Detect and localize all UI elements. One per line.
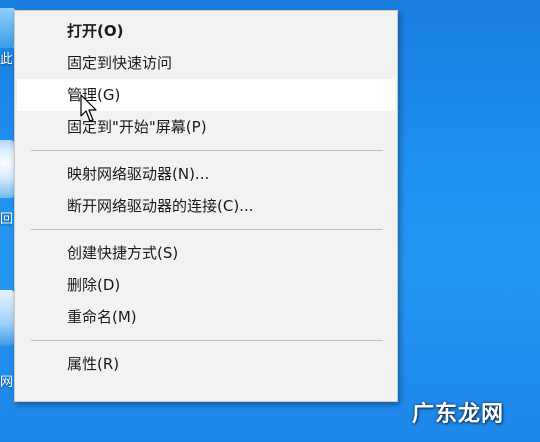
watermark-logo: 广东龙网 (411, 402, 504, 427)
network-label[interactable]: 网 (0, 375, 12, 396)
menu-item-rename[interactable]: 重命名(M) (15, 301, 397, 333)
menu-item-open[interactable]: 打开(O) (15, 15, 397, 47)
menu-item-map-network-drive[interactable]: 映射网络驱动器(N)... (15, 158, 397, 190)
context-menu: 打开(O) 固定到快速访问 管理(G) 固定到"开始"屏幕(P) 映射网络驱动器… (14, 10, 398, 402)
this-pc-icon[interactable] (0, 8, 15, 48)
menu-separator (31, 229, 383, 230)
menu-item-disconnect-network-drive[interactable]: 断开网络驱动器的连接(C)... (15, 190, 397, 222)
menu-item-pin-quick-access[interactable]: 固定到快速访问 (15, 47, 397, 79)
menu-item-properties[interactable]: 属性(R) (15, 348, 397, 380)
recycle-bin-icon[interactable] (0, 140, 14, 198)
menu-item-manage[interactable]: 管理(G) (17, 79, 395, 111)
menu-item-delete[interactable]: 删除(D) (15, 269, 397, 301)
menu-item-pin-start[interactable]: 固定到"开始"屏幕(P) (15, 111, 397, 143)
menu-separator (31, 340, 383, 341)
mouse-cursor-icon (80, 94, 97, 122)
recycle-bin-label[interactable]: 回 (0, 212, 12, 233)
menu-separator (31, 150, 383, 151)
this-pc-label[interactable]: 此 (0, 52, 12, 73)
menu-item-create-shortcut[interactable]: 创建快捷方式(S) (15, 237, 397, 269)
network-icon[interactable] (0, 290, 14, 346)
